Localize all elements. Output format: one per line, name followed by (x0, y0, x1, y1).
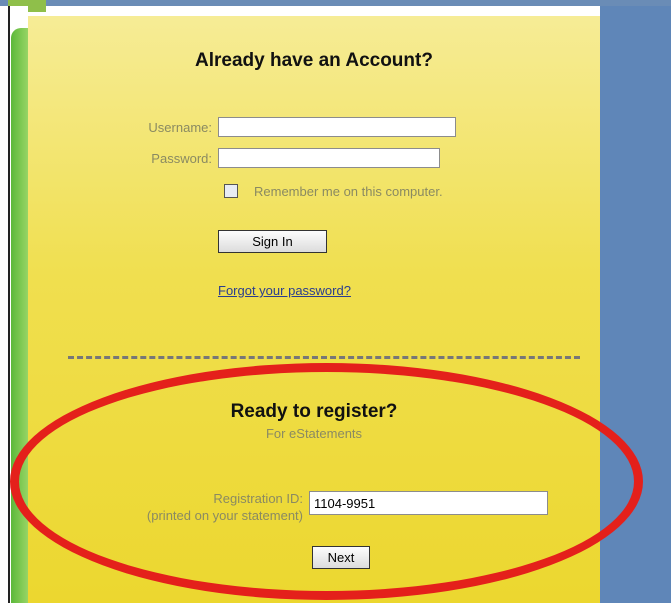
login-heading: Already have an Account? (195, 50, 433, 71)
remember-me-label: Remember me on this computer. (254, 184, 443, 199)
password-input[interactable] (218, 148, 440, 168)
highlight-ellipse (10, 363, 643, 600)
window-border (8, 6, 10, 603)
username-label: Username: (148, 120, 212, 135)
top-header-bar (0, 0, 671, 12)
remember-me-checkbox[interactable] (224, 184, 238, 198)
forgot-password-link[interactable]: Forgot your password? (218, 283, 351, 298)
sign-in-button[interactable]: Sign In (218, 230, 327, 253)
password-label: Password: (151, 151, 212, 166)
username-input[interactable] (218, 117, 456, 137)
section-divider (68, 356, 580, 359)
